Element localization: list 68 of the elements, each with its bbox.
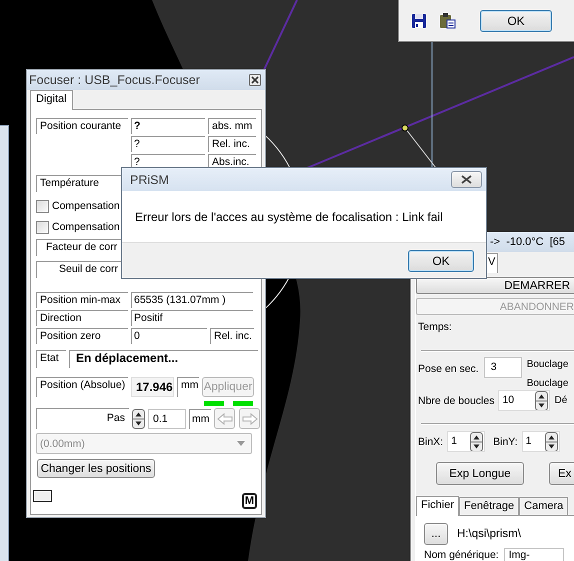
unit-label: mm <box>189 408 211 428</box>
field-label: Bouclage <box>526 377 568 391</box>
field-label: Pas <box>36 408 129 429</box>
value-field: ? <box>131 136 205 152</box>
binning-field[interactable]: 1 <box>447 431 486 452</box>
caret-icon <box>237 441 245 446</box>
field-label: Temps: <box>418 321 453 333</box>
value-field: 0 <box>131 328 207 344</box>
spinner-icon[interactable] <box>470 432 484 451</box>
arrow-icon <box>216 412 234 426</box>
field-label: Nbre de boucles <box>418 394 494 406</box>
field-label: Bouclage <box>526 358 568 372</box>
close-icon <box>461 175 472 184</box>
field-label: Position (Absolue) <box>36 377 128 397</box>
checkbox-label: Compensation <box>52 200 120 212</box>
exposure-field[interactable]: 3 <box>484 357 522 378</box>
checkbox[interactable] <box>36 200 49 212</box>
loops-field[interactable]: 10 <box>498 390 550 411</box>
value-field: 65535 (131.07mm ) <box>131 292 253 308</box>
window-title: Focuser : USB_Focus.Focuser <box>29 73 200 87</box>
action-button[interactable]: DEMARRER <box>416 277 574 294</box>
close-icon[interactable] <box>249 74 261 86</box>
unit-label: abs. mm <box>208 118 256 134</box>
close-button[interactable] <box>451 171 482 188</box>
ok-button[interactable]: OK <box>480 10 552 32</box>
field-label: Position courante <box>36 118 128 134</box>
mode-button[interactable]: M <box>242 493 257 509</box>
unit-label: mm <box>177 377 199 397</box>
field-label: BinX: <box>418 436 444 448</box>
dropdown-value: (0.00mm) <box>40 438 85 450</box>
field-label: Pose en sec. <box>418 363 479 377</box>
clipboard-icon[interactable] <box>439 12 456 29</box>
field-label: Position zero <box>36 328 128 344</box>
arrow-icon <box>240 412 258 426</box>
tab[interactable]: Fichier <box>416 496 460 516</box>
position-value: 17.946 <box>131 377 174 397</box>
ok-button[interactable]: OK <box>408 250 474 272</box>
status-text: En déplacement... <box>69 350 258 368</box>
unit-label: Rel. inc. <box>208 136 256 152</box>
exposure-button[interactable]: Exp Longue <box>436 462 524 485</box>
unit-label: Rel. inc. <box>210 328 254 344</box>
binning-field[interactable]: 1 <box>522 431 560 452</box>
tab[interactable]: Camera <box>519 497 568 515</box>
field-label: Direction <box>36 310 128 326</box>
value-field: ? <box>131 118 205 134</box>
field-label: Etat <box>36 350 66 368</box>
tab[interactable]: Fenêtrage <box>459 497 520 515</box>
exposure-button[interactable]: Ex <box>549 462 574 485</box>
spinner-icon[interactable] <box>132 408 145 428</box>
field-label: Nom générique: <box>424 549 499 561</box>
checkbox[interactable] <box>36 220 49 234</box>
dialog-message: Erreur lors de l'acces au système de focalisation : Link fail <box>134 208 444 226</box>
spinner-icon[interactable] <box>535 391 548 410</box>
path-text: H:\qsi\prism\ <box>457 528 521 540</box>
dialog-title: PRiSM <box>130 172 169 186</box>
name-field[interactable]: Img- <box>504 548 564 561</box>
spinner-icon[interactable] <box>544 432 558 451</box>
field-label: Dé <box>554 395 568 406</box>
status-box <box>33 490 52 502</box>
change-positions-button[interactable]: Changer les positions <box>37 459 155 478</box>
field-label: BinY: <box>493 436 518 448</box>
save-icon[interactable] <box>411 12 427 28</box>
tab[interactable]: Digital <box>30 90 73 110</box>
checkbox-label: Compensation <box>52 221 120 233</box>
value-field: Positif <box>131 310 253 326</box>
field-label: Position min-max <box>36 292 128 308</box>
step-field[interactable]: 0.1 <box>148 408 186 428</box>
browse-button[interactable]: ... <box>424 523 448 545</box>
